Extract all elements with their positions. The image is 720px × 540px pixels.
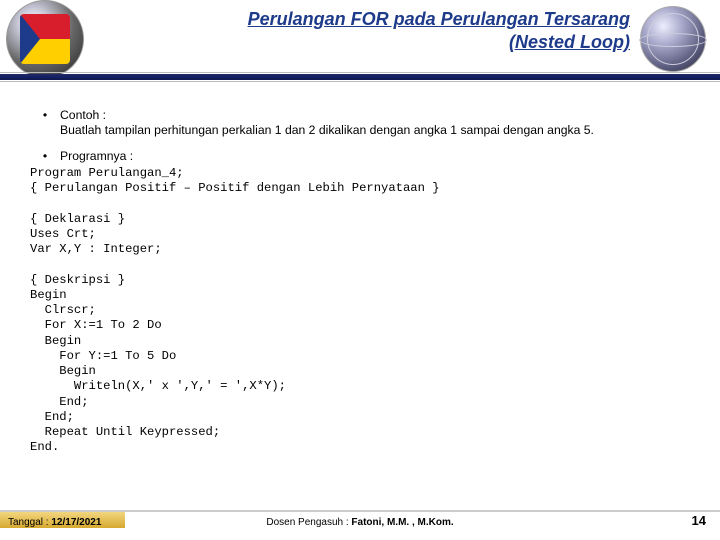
content: • Contoh : Buatlah tampilan perhitungan … [0, 94, 720, 456]
header-bar [0, 74, 720, 80]
bullet-icon: • [30, 149, 60, 164]
contoh-desc: Buatlah tampilan perhitungan perkalian 1… [60, 123, 594, 137]
logo-left [6, 0, 84, 78]
lecturer-label: Dosen Pengasuh : [266, 517, 351, 528]
slide-title: Perulangan FOR pada Perulangan Tersarang… [160, 8, 630, 55]
globe-icon [640, 6, 706, 72]
bullet-item-2: • Programnya : [30, 149, 690, 164]
bullet-text-1: Contoh : Buatlah tampilan perhitungan pe… [60, 108, 690, 139]
code-block: Program Perulangan_4; { Perulangan Posit… [30, 166, 690, 456]
program-label: Programnya : [60, 149, 133, 163]
title-line-1: Perulangan FOR pada Perulangan Tersarang [248, 9, 630, 29]
contoh-label: Contoh : [60, 108, 106, 122]
bullet-item-1: • Contoh : Buatlah tampilan perhitungan … [30, 108, 690, 139]
header: Perulangan FOR pada Perulangan Tersarang… [0, 0, 720, 94]
footer: Tanggal : 12/17/2021 Dosen Pengasuh : Fa… [0, 510, 720, 540]
bullet-icon: • [30, 108, 60, 139]
title-line-2: (Nested Loop) [509, 32, 630, 52]
bullet-text-2: Programnya : [60, 149, 690, 164]
footer-lecturer: Dosen Pengasuh : Fatoni, M.M. , M.Kom. [0, 517, 720, 528]
page-number: 14 [692, 513, 706, 528]
lecturer-value: Fatoni, M.M. , M.Kom. [351, 517, 453, 528]
slide: Perulangan FOR pada Perulangan Tersarang… [0, 0, 720, 540]
